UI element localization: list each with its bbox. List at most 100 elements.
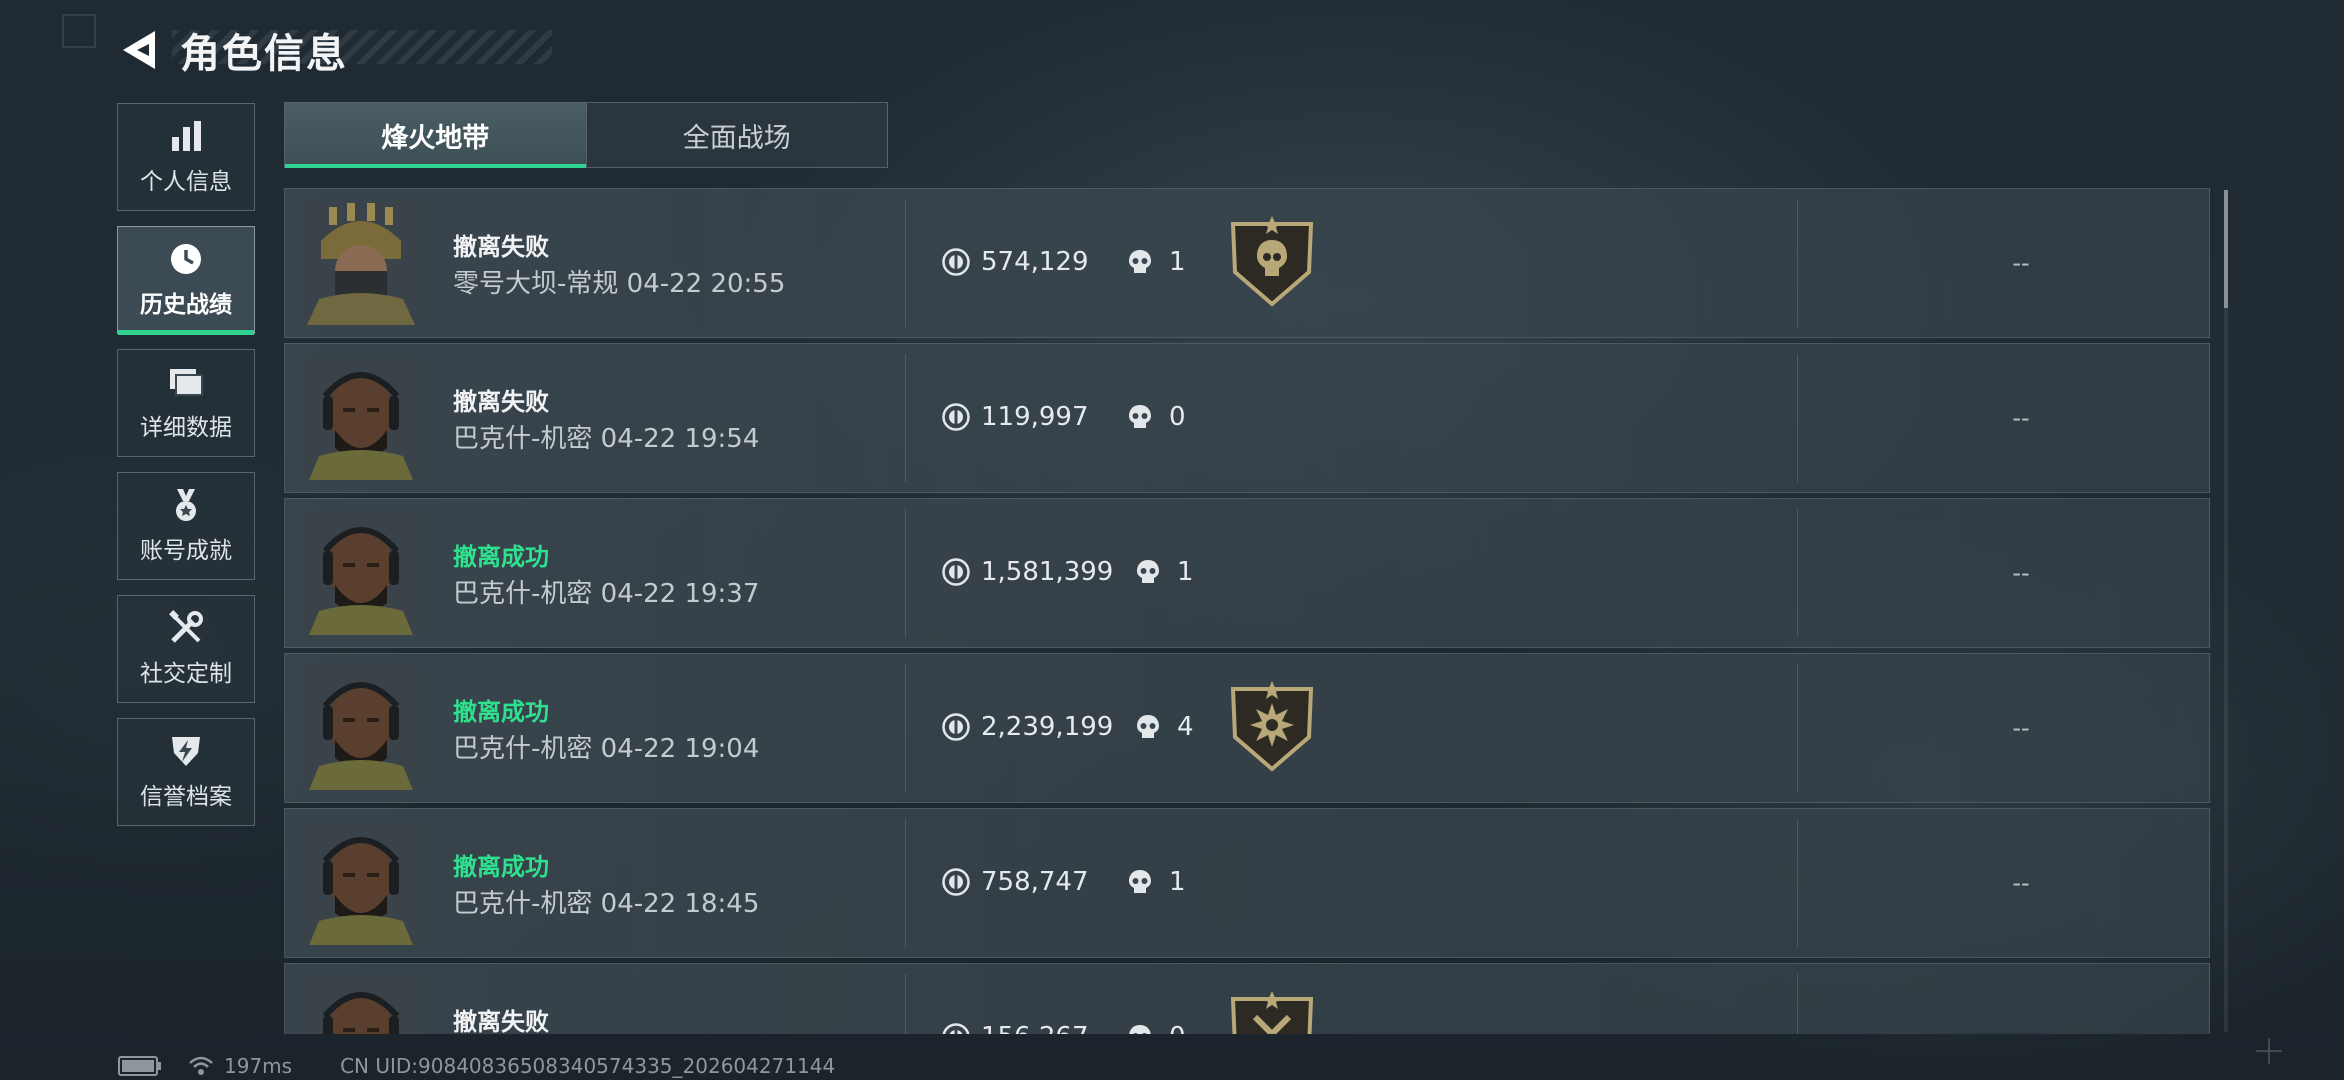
- ping-text: 197ms: [224, 1054, 293, 1078]
- row-divider: [905, 664, 906, 792]
- extra-info: --: [1961, 1024, 2081, 1034]
- skull-icon: [1125, 867, 1155, 897]
- asset-value-text: 156,267: [981, 1022, 1089, 1034]
- tab-warzone[interactable]: 烽火地带: [285, 103, 586, 168]
- kill-count: 4: [1133, 712, 1194, 742]
- coin-icon: [941, 557, 971, 587]
- coin-icon: [941, 402, 971, 432]
- tab-battlefield[interactable]: 全面战场: [585, 103, 888, 167]
- asset-value-text: 2,239,199: [981, 712, 1114, 742]
- operator-avatar: [299, 201, 423, 325]
- back-button[interactable]: [112, 22, 166, 78]
- row-divider: [905, 509, 906, 637]
- kill-count: 0: [1125, 1022, 1186, 1034]
- extra-info: --: [2012, 404, 2030, 432]
- extraction-status: 撤离成功: [453, 698, 549, 726]
- map-and-time: 零号大坝-常规 04-22 20:55: [453, 269, 786, 299]
- sidebar-item-personal-info[interactable]: 个人信息: [117, 103, 255, 211]
- kill-count-text: 0: [1169, 1022, 1186, 1034]
- sidebar-item-reputation[interactable]: 信誉档案: [117, 718, 255, 826]
- wifi-icon: [189, 1056, 213, 1075]
- page-title: 角色信息: [180, 31, 348, 77]
- coin-icon: [941, 712, 971, 742]
- sidebar-item-label: 账号成就: [140, 538, 232, 564]
- match-history-list: 撤离失败 零号大坝-常规 04-22 20:55 574,129 1 -- 撤离…: [284, 188, 2210, 1034]
- bar-chart-icon: [168, 118, 204, 154]
- skull-medal-icon: [1227, 216, 1317, 308]
- row-divider: [905, 974, 906, 1034]
- uid-text: CN UID:908408365083405743​35_20260427114…: [340, 1054, 836, 1078]
- map-and-time: 巴克什-机密 04-22 19:54: [453, 424, 760, 454]
- asset-value-text: 574,129: [981, 247, 1089, 277]
- match-row[interactable]: 撤离失败 巴克什-机密 04-22 19:54 119,997 0 --: [284, 343, 2210, 493]
- sidebar-item-achievements[interactable]: 账号成就: [117, 472, 255, 580]
- kill-count: 1: [1133, 557, 1194, 587]
- operator-avatar: [299, 821, 423, 945]
- sidebar-item-match-history[interactable]: 历史战绩: [117, 226, 255, 335]
- row-divider: [905, 819, 906, 947]
- sidebar: 个人信息 历史战绩 详细数据 账号成就 社交定制 信誉档案: [117, 103, 255, 841]
- mode-tabs: 烽火地带 全面战场: [284, 102, 888, 168]
- row-divider: [1797, 974, 1798, 1034]
- sidebar-item-label: 社交定制: [140, 661, 232, 687]
- operator-avatar: [299, 666, 423, 790]
- back-arrow-icon: [123, 31, 155, 69]
- kill-count-text: 0: [1169, 402, 1186, 432]
- extra-info: --: [2012, 869, 2030, 897]
- operator-avatar: [299, 356, 423, 480]
- skull-icon: [1125, 402, 1155, 432]
- battery-icon: [118, 1056, 161, 1076]
- row-divider: [1797, 199, 1798, 327]
- coin-icon: [941, 1022, 971, 1034]
- shield-icon: [168, 733, 204, 769]
- clock-icon: [168, 241, 204, 277]
- sidebar-item-label: 个人信息: [140, 169, 232, 195]
- sidebar-item-label: 信誉档案: [140, 784, 232, 810]
- match-row[interactable]: 撤离成功 巴克什-机密 04-22 18:45 758,747 1 --: [284, 808, 2210, 958]
- asset-value: 156,267: [941, 1022, 1089, 1034]
- sidebar-item-social-custom[interactable]: 社交定制: [117, 595, 255, 703]
- kill-count-text: 1: [1177, 557, 1194, 587]
- extraction-status: 撤离成功: [453, 853, 549, 881]
- extraction-status: 撤离失败: [453, 388, 549, 416]
- row-divider: [905, 354, 906, 482]
- skull-icon: [1133, 557, 1163, 587]
- crosshair-decoration: [2256, 1038, 2282, 1064]
- operator-avatar: [299, 511, 423, 635]
- kill-count-text: 1: [1169, 247, 1186, 277]
- kill-count: 1: [1125, 867, 1186, 897]
- asset-value: 1,581,399: [941, 557, 1113, 587]
- match-row[interactable]: 撤离成功 巴克什-机密 04-22 19:37 1,581,399 1 --: [284, 498, 2210, 648]
- asset-value-text: 1,581,399: [981, 557, 1114, 587]
- match-row[interactable]: 撤离成功 巴克什-机密 04-22 19:04 2,239,199 4 --: [284, 653, 2210, 803]
- scroll-thumb[interactable]: [2224, 190, 2228, 308]
- medal-icon: [168, 487, 204, 523]
- kill-count-text: 4: [1177, 712, 1194, 742]
- coin-icon: [941, 247, 971, 277]
- kill-count-text: 1: [1169, 867, 1186, 897]
- match-row[interactable]: 撤离失败 156,267 0 --: [284, 963, 2210, 1034]
- map-and-time: 巴克什-机密 04-22 19:37: [453, 579, 760, 609]
- asset-value: 574,129: [941, 247, 1089, 277]
- status-footer: 197ms CN UID:908408365083405743​35_20260…: [118, 1054, 835, 1078]
- extraction-status: 撤离成功: [453, 543, 549, 571]
- row-divider: [1797, 819, 1798, 947]
- asset-value: 2,239,199: [941, 712, 1113, 742]
- burst-medal-icon: [1227, 681, 1317, 773]
- asset-value: 758,747: [941, 867, 1089, 897]
- extraction-status: 撤离失败: [453, 233, 549, 261]
- skull-icon: [1133, 712, 1163, 742]
- kill-count: 0: [1125, 402, 1186, 432]
- sidebar-item-detailed-data[interactable]: 详细数据: [117, 349, 255, 457]
- row-divider: [1797, 354, 1798, 482]
- extraction-status: 撤离失败: [453, 1008, 549, 1034]
- tools-icon: [168, 610, 204, 646]
- map-and-time: 巴克什-机密 04-22 19:04: [453, 734, 760, 764]
- map-and-time: 巴克什-机密 04-22 18:45: [453, 889, 760, 919]
- sidebar-item-label: 详细数据: [140, 415, 232, 441]
- row-divider: [1797, 509, 1798, 637]
- corner-decoration: [62, 14, 96, 48]
- asset-value-text: 758,747: [981, 867, 1089, 897]
- match-row[interactable]: 撤离失败 零号大坝-常规 04-22 20:55 574,129 1 --: [284, 188, 2210, 338]
- list-scrollbar[interactable]: [2224, 190, 2228, 1032]
